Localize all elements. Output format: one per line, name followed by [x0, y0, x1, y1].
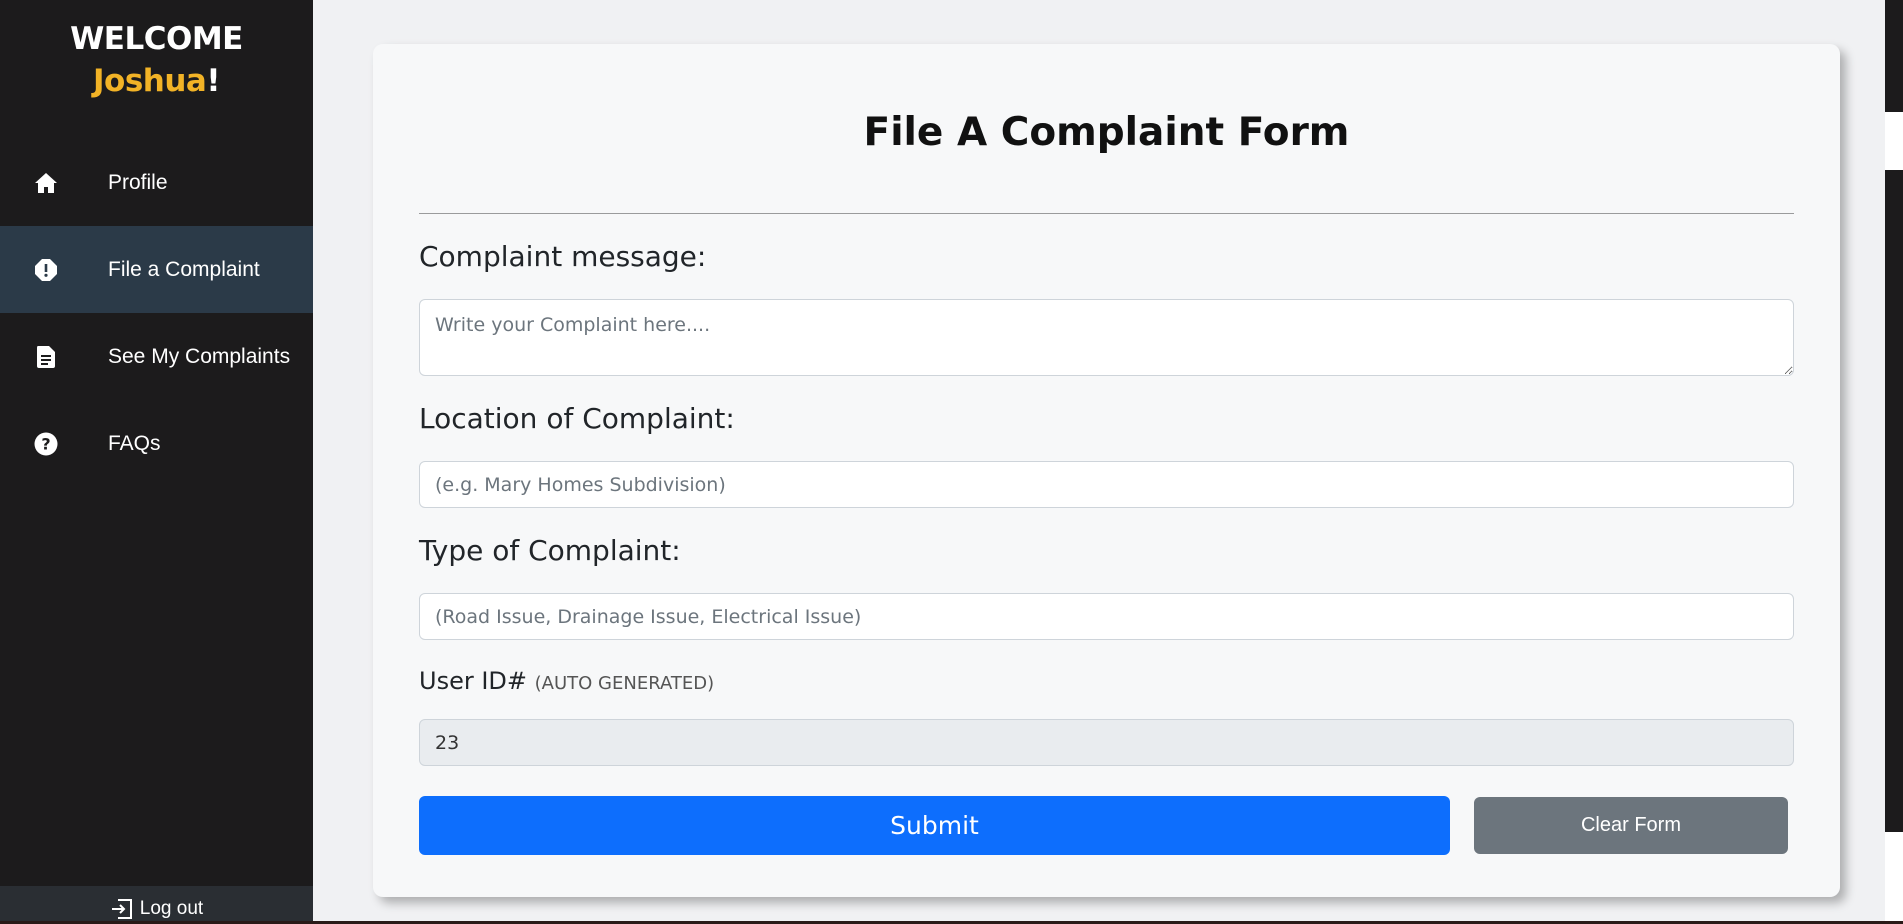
user-id-note: (AUTO GENERATED) — [534, 673, 715, 694]
home-icon — [33, 170, 59, 196]
welcome-text: WELCOME — [70, 21, 243, 57]
sidebar-item-profile[interactable]: Profile — [0, 139, 313, 226]
complaint-message-input[interactable] — [419, 299, 1794, 376]
alert-icon — [33, 257, 59, 283]
sidebar-item-label: FAQs — [108, 431, 161, 455]
sidebar-item-label: File a Complaint — [108, 257, 260, 281]
divider — [419, 213, 1794, 214]
sidebar-item-file-complaint[interactable]: File a Complaint — [0, 226, 313, 313]
sidebar-item-label: See My Complaints — [108, 344, 291, 368]
scrollbar-gap — [1885, 112, 1903, 170]
page-title: File A Complaint Form — [863, 110, 1350, 155]
logout-button[interactable]: Log out — [0, 886, 313, 924]
user-name: Joshua — [93, 63, 207, 99]
sidebar-item-see-complaints[interactable]: See My Complaints — [0, 313, 313, 400]
clear-form-button[interactable]: Clear Form — [1474, 797, 1788, 854]
document-icon — [33, 344, 59, 370]
logout-icon — [110, 898, 134, 920]
location-input[interactable] — [419, 461, 1794, 508]
welcome-exclaim: ! — [206, 63, 220, 99]
scrollbar[interactable] — [1885, 0, 1903, 924]
complaint-message-label: Complaint message: — [419, 240, 707, 273]
complaint-type-label: Type of Complaint: — [419, 534, 681, 567]
question-icon: ? — [33, 431, 59, 457]
user-id-label-text: User ID# — [419, 667, 527, 695]
complaint-type-input[interactable] — [419, 593, 1794, 640]
welcome-heading: WELCOME Joshua! — [0, 0, 313, 102]
sidebar: WELCOME Joshua! Profile File a Complaint… — [0, 0, 313, 924]
logout-label: Log out — [139, 898, 204, 919]
sidebar-nav: Profile File a Complaint See My Complain… — [0, 139, 313, 487]
user-id-label: User ID# (AUTO GENERATED) — [419, 667, 714, 695]
submit-button[interactable]: Submit — [419, 796, 1450, 855]
svg-text:?: ? — [41, 434, 50, 453]
complaint-form-card: File A Complaint Form Complaint message:… — [373, 44, 1840, 897]
sidebar-item-faqs[interactable]: ? FAQs — [0, 400, 313, 487]
user-id-field: 23 — [419, 719, 1794, 766]
location-label: Location of Complaint: — [419, 402, 735, 435]
sidebar-item-label: Profile — [108, 170, 168, 194]
